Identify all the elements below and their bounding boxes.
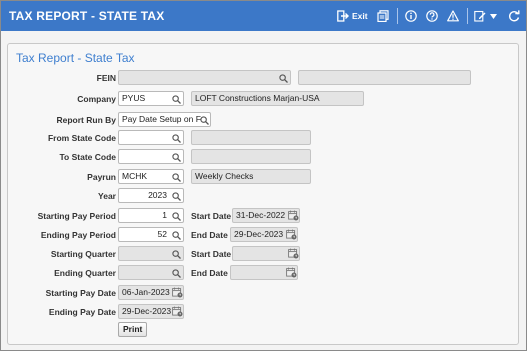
calendar-icon[interactable] <box>285 266 297 278</box>
calendar-icon[interactable] <box>171 286 183 298</box>
calendar-icon[interactable] <box>171 305 183 317</box>
to-state-description <box>191 149 311 164</box>
payrun-description: Weekly Checks <box>191 169 311 184</box>
search-icon[interactable] <box>170 229 182 241</box>
header-bar: TAX REPORT - STATE TAX Exit <box>1 1 526 31</box>
search-icon[interactable] <box>170 171 182 183</box>
ending-pay-period-label: Ending Pay Period <box>40 230 116 240</box>
fein-description <box>298 70 471 85</box>
search-icon[interactable] <box>170 248 182 260</box>
app-window: TAX REPORT - STATE TAX Exit Tax Report -… <box>0 0 527 351</box>
report-list-button[interactable] <box>377 8 389 24</box>
exit-icon <box>337 10 349 22</box>
search-icon[interactable] <box>170 210 182 222</box>
search-icon[interactable] <box>170 93 182 105</box>
starting-pay-date-label: Starting Pay Date <box>45 288 116 298</box>
from-state-description <box>191 130 311 145</box>
chevron-down-icon <box>490 13 497 19</box>
warning-icon <box>447 10 459 22</box>
form-title: Tax Report - State Tax <box>16 51 135 65</box>
payrun-label: Payrun <box>87 172 116 182</box>
page-title: TAX REPORT - STATE TAX <box>9 9 165 23</box>
search-icon[interactable] <box>277 72 289 84</box>
search-icon[interactable] <box>170 151 182 163</box>
year-label: Year <box>98 191 116 201</box>
toolbar-divider <box>397 8 398 24</box>
exit-button[interactable]: Exit <box>337 8 368 24</box>
toolbar-divider <box>467 8 468 24</box>
refresh-button[interactable] <box>508 8 520 24</box>
search-icon[interactable] <box>198 114 210 126</box>
exit-label: Exit <box>352 11 368 21</box>
ending-quarter-label: Ending Quarter <box>54 268 116 278</box>
info-icon <box>405 10 417 22</box>
from-state-code-label: From State Code <box>47 133 116 143</box>
edit-menu-button[interactable] <box>474 8 497 24</box>
quarter-end-date-label: End Date <box>191 268 228 278</box>
starting-quarter-label: Starting Quarter <box>50 249 116 259</box>
info-button[interactable] <box>405 8 417 24</box>
calendar-icon[interactable] <box>287 247 299 259</box>
start-date-label: Start Date <box>191 211 232 221</box>
company-label: Company <box>77 94 116 104</box>
search-icon[interactable] <box>170 132 182 144</box>
company-description: LOFT Constructions Marjan-USA <box>191 91 364 106</box>
end-date-label: End Date <box>191 230 228 240</box>
help-icon <box>426 10 438 22</box>
fein-label: FEIN <box>96 73 116 83</box>
fein-input[interactable] <box>118 70 291 85</box>
document-stack-icon <box>377 10 389 22</box>
refresh-icon <box>508 10 520 22</box>
search-icon[interactable] <box>170 190 182 202</box>
search-icon[interactable] <box>170 267 182 279</box>
print-button[interactable]: Print <box>118 322 148 337</box>
report-run-by-label: Report Run By <box>56 115 117 125</box>
starting-pay-period-label: Starting Pay Period <box>37 211 116 221</box>
calendar-icon[interactable] <box>285 228 297 240</box>
help-button[interactable] <box>426 8 438 24</box>
calendar-icon[interactable] <box>287 209 299 221</box>
form-panel: Tax Report - State Tax FEIN Company PYUS… <box>7 43 519 345</box>
alerts-button[interactable] <box>447 8 459 24</box>
quarter-start-date-label: Start Date <box>191 249 232 259</box>
edit-icon <box>474 10 486 22</box>
to-state-code-label: To State Code <box>59 152 116 162</box>
ending-pay-date-label: Ending Pay Date <box>48 307 116 317</box>
